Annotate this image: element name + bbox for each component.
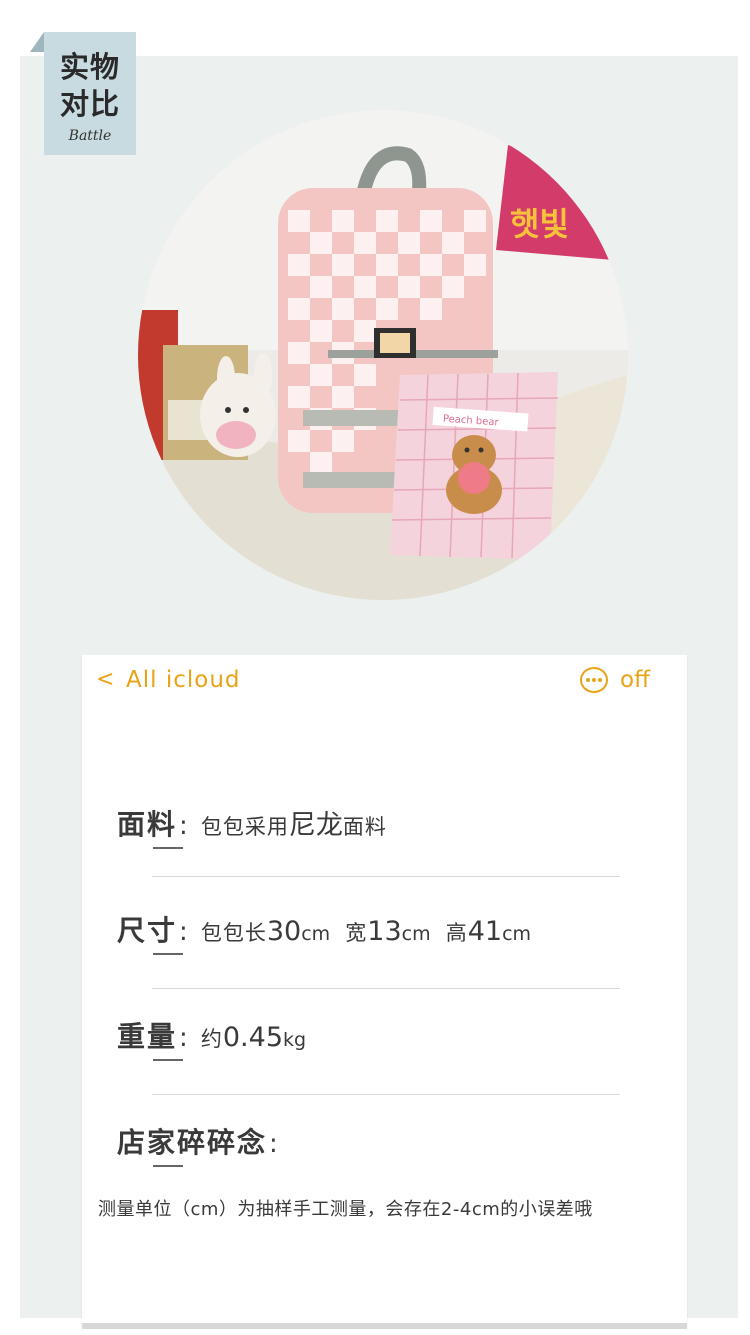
size-length-label: 包包长 — [200, 921, 267, 945]
sign-text: 햇빛 — [510, 205, 569, 243]
size-width-value: 13 — [367, 916, 402, 947]
notes-label: 店家碎碎念 — [117, 1121, 267, 1167]
weight-unit: kg — [283, 1029, 307, 1051]
fabric-value-material: 尼龙 — [288, 810, 343, 841]
fabric-value-pre: 包包采用 — [200, 815, 289, 839]
divider — [152, 876, 620, 877]
product-photo: 햇빛 Peach bear — [138, 110, 628, 600]
weight-value: 0.45 — [222, 1022, 283, 1053]
spec-row-weight: 重量: 约0.45kg — [117, 1015, 307, 1061]
divider — [152, 1094, 620, 1095]
size-height-label: 高 — [445, 921, 468, 945]
comparison-badge: 实物 对比 Battle — [44, 32, 136, 155]
spec-row-notes: 店家碎碎念: — [117, 1121, 286, 1167]
size-width-label: 宽 — [345, 921, 368, 945]
spec-card: < All icloud off 面料: 包包采用尼龙面料 尺寸: 包包长30c… — [82, 655, 687, 1325]
fabric-value-post: 面料 — [342, 815, 387, 839]
spec-row-size: 尺寸: 包包长30cm 宽13cm 高41cm — [117, 909, 532, 955]
fabric-label: 面料 — [117, 803, 183, 849]
badge-fold — [30, 32, 44, 52]
off-label[interactable]: off — [620, 667, 650, 693]
ellipsis-circle-icon[interactable] — [580, 667, 608, 693]
weight-label: 重量 — [117, 1015, 183, 1061]
card-bottom-edge — [82, 1323, 687, 1329]
measurement-note: 测量单位（cm）为抽样手工测量，会存在2-4cm的小误差哦 — [98, 1199, 593, 1220]
backpack-photo-illustration: 햇빛 Peach bear — [138, 110, 628, 600]
spec-row-fabric: 面料: 包包采用尼龙面料 — [117, 803, 387, 849]
badge-subtitle: Battle — [68, 128, 112, 144]
size-height-value: 41 — [467, 916, 503, 947]
size-label: 尺寸 — [117, 909, 183, 955]
topbar-title[interactable]: All icloud — [126, 667, 241, 693]
back-chevron-icon[interactable]: < — [96, 667, 114, 692]
divider — [152, 988, 620, 989]
notebook: Peach bear — [390, 372, 559, 560]
badge-title-line2: 对比 — [59, 87, 120, 121]
badge-title-line1: 实物 — [59, 50, 120, 84]
size-width-unit: cm — [401, 923, 431, 945]
weight-prefix: 约 — [200, 1027, 223, 1051]
size-length-unit: cm — [301, 923, 331, 945]
size-height-unit: cm — [502, 923, 532, 945]
size-length-value: 30 — [266, 916, 302, 947]
